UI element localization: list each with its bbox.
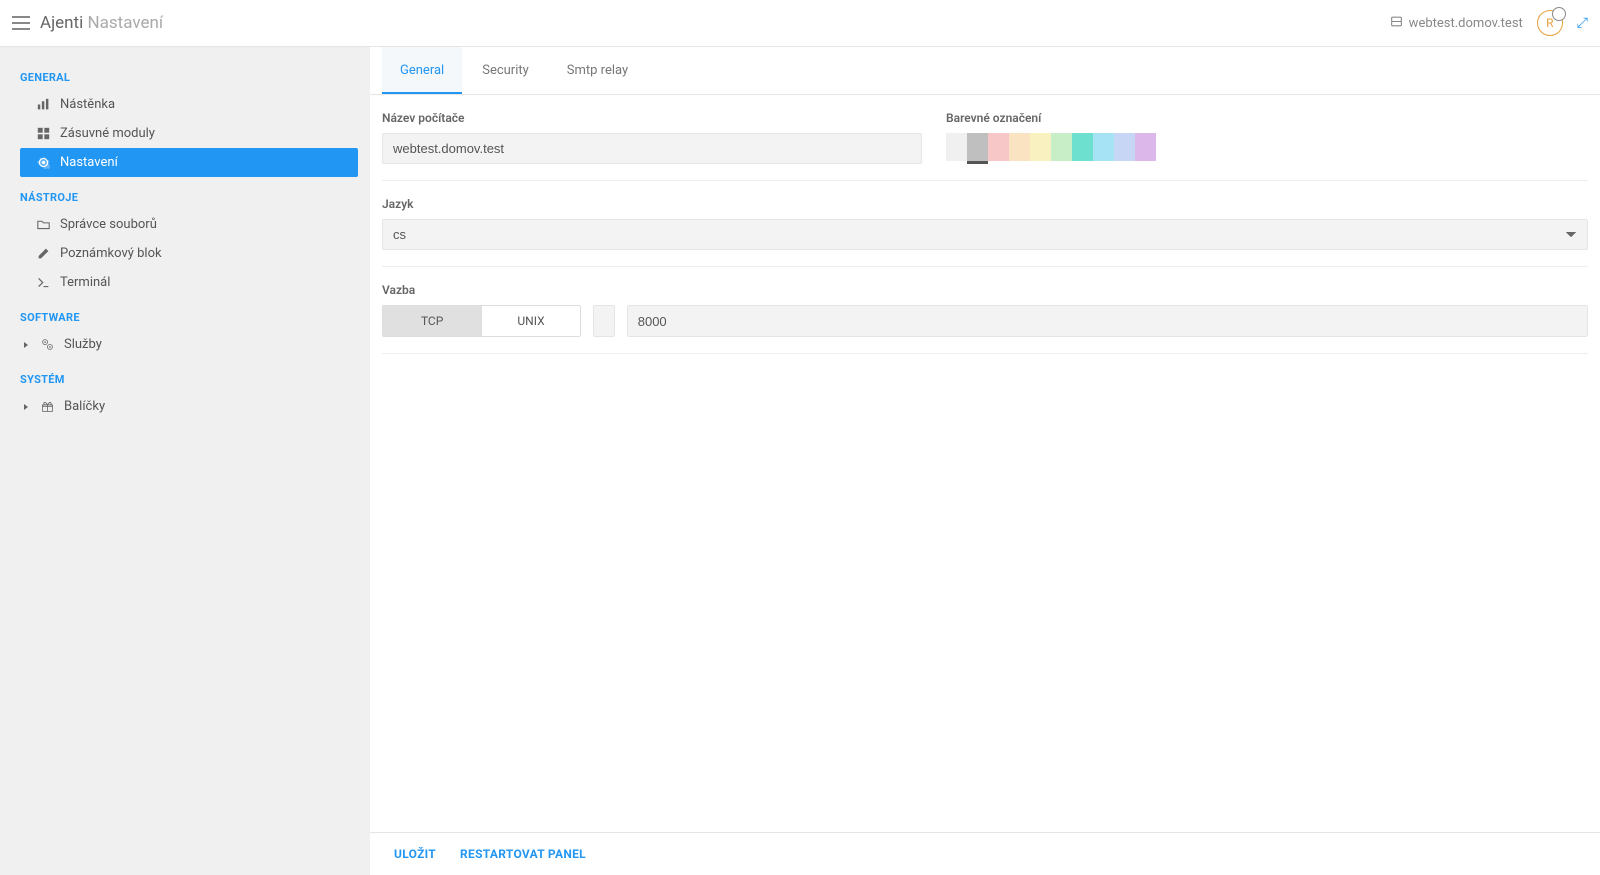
binding-row: TCPUNIX [382, 305, 1588, 337]
color-swatch[interactable] [946, 133, 967, 161]
page-title: Nastavení [87, 13, 163, 33]
language-select[interactable]: cs [382, 219, 1588, 250]
disk-icon [1390, 15, 1403, 32]
binding-label: Vazba [382, 283, 1588, 297]
restart-button[interactable]: RESTARTOVAT PANEL [460, 847, 586, 861]
save-button[interactable]: ULOŽIT [394, 847, 436, 861]
binding-mode-group: TCPUNIX [382, 305, 581, 337]
sidebar-section-systém: SYSTÉM [0, 367, 370, 392]
hostname-group: Název počítače [382, 111, 922, 164]
tab-smtp-relay[interactable]: Smtp relay [549, 47, 646, 94]
sidebar-item-label: Služby [64, 337, 102, 352]
sidebar-section-software: SOFTWARE [0, 305, 370, 330]
row-language: Jazyk cs [382, 181, 1588, 267]
tabs: GeneralSecuritySmtp relay [370, 47, 1600, 95]
sidebar-item-zásuvné-moduly[interactable]: Zásuvné moduly [0, 119, 370, 148]
sidebar-section-nástroje: NÁSTROJE [0, 185, 370, 210]
color-swatch[interactable] [1114, 133, 1135, 161]
color-swatch[interactable] [1009, 133, 1030, 161]
language-label: Jazyk [382, 197, 1588, 211]
main: GeneralSecuritySmtp relay Název počítače… [370, 47, 1600, 875]
sidebar-item-label: Terminál [60, 275, 110, 290]
terminal-icon [36, 276, 50, 289]
user-avatar[interactable]: R [1537, 10, 1563, 36]
sidebar-item-label: Nástěnka [60, 97, 115, 112]
sidebar-item-terminál[interactable]: Terminál [0, 268, 370, 297]
sidebar-item-nastavení[interactable]: Nastavení [20, 148, 358, 177]
topbar-left: Ajenti Nastavení [12, 13, 163, 33]
color-group: Barevné označení [946, 111, 1588, 164]
color-swatch[interactable] [1072, 133, 1093, 161]
hostname-label: Název počítače [382, 111, 922, 125]
sidebar-item-poznámkový-blok[interactable]: Poznámkový blok [0, 239, 370, 268]
caret-icon [24, 404, 28, 410]
binding-port-input[interactable] [627, 305, 1588, 337]
fullscreen-toggle-icon[interactable]: ⤢ [1577, 15, 1588, 31]
sidebar-item-služby[interactable]: Služby [0, 330, 370, 359]
sidebar-item-label: Správce souborů [60, 217, 157, 232]
topbar-right: webtest.domov.test R ⤢ [1390, 10, 1588, 36]
color-swatch[interactable] [1093, 133, 1114, 161]
binding-mode-tcp[interactable]: TCP [383, 306, 481, 336]
color-swatch[interactable] [988, 133, 1009, 161]
hostname-input[interactable] [382, 133, 922, 164]
grid-icon [36, 127, 50, 140]
content: Název počítače Barevné označení Jazyk cs… [370, 95, 1600, 832]
sidebar-section-general: GENERAL [0, 65, 370, 90]
binding-mode-unix[interactable]: UNIX [481, 306, 579, 336]
sidebar-item-label: Poznámkový blok [60, 246, 162, 261]
pencil-icon [36, 247, 50, 260]
sidebar-item-label: Balíčky [64, 399, 105, 414]
hostname-indicator[interactable]: webtest.domov.test [1390, 15, 1523, 32]
caret-icon [24, 342, 28, 348]
color-swatch[interactable] [1135, 133, 1156, 161]
gift-icon [40, 400, 54, 413]
footer: ULOŽIT RESTARTOVAT PANEL [370, 832, 1600, 875]
sidebar-item-správce-souborů[interactable]: Správce souborů [0, 210, 370, 239]
app-name: Ajenti [40, 13, 83, 33]
binding-host-input[interactable] [593, 305, 615, 337]
row-binding: Vazba TCPUNIX [382, 267, 1588, 354]
color-swatches [946, 133, 1588, 161]
sidebar-item-label: Nastavení [60, 155, 118, 170]
color-label: Barevné označení [946, 111, 1588, 125]
user-initial: R [1546, 16, 1553, 30]
gear-icon [36, 156, 50, 169]
tab-general[interactable]: General [382, 47, 462, 94]
sidebar: GENERAL Nástěnka Zásuvné moduly Nastavení NÁ… [0, 47, 370, 875]
row-hostname-color: Název počítače Barevné označení [382, 95, 1588, 181]
tab-security[interactable]: Security [464, 47, 547, 94]
color-swatch[interactable] [967, 133, 988, 161]
menu-toggle-icon[interactable] [12, 16, 30, 30]
sidebar-item-label: Zásuvné moduly [60, 126, 155, 141]
sidebar-item-nástěnka[interactable]: Nástěnka [0, 90, 370, 119]
app-title: Ajenti Nastavení [40, 13, 163, 33]
color-swatch[interactable] [1030, 133, 1051, 161]
hostname-text: webtest.domov.test [1409, 16, 1523, 31]
chart-bar-icon [36, 98, 50, 111]
topbar: Ajenti Nastavení webtest.domov.test R ⤢ [0, 0, 1600, 47]
color-swatch[interactable] [1051, 133, 1072, 161]
cogs-icon [40, 338, 54, 351]
sidebar-item-balíčky[interactable]: Balíčky [0, 392, 370, 421]
folder-icon [36, 218, 50, 231]
